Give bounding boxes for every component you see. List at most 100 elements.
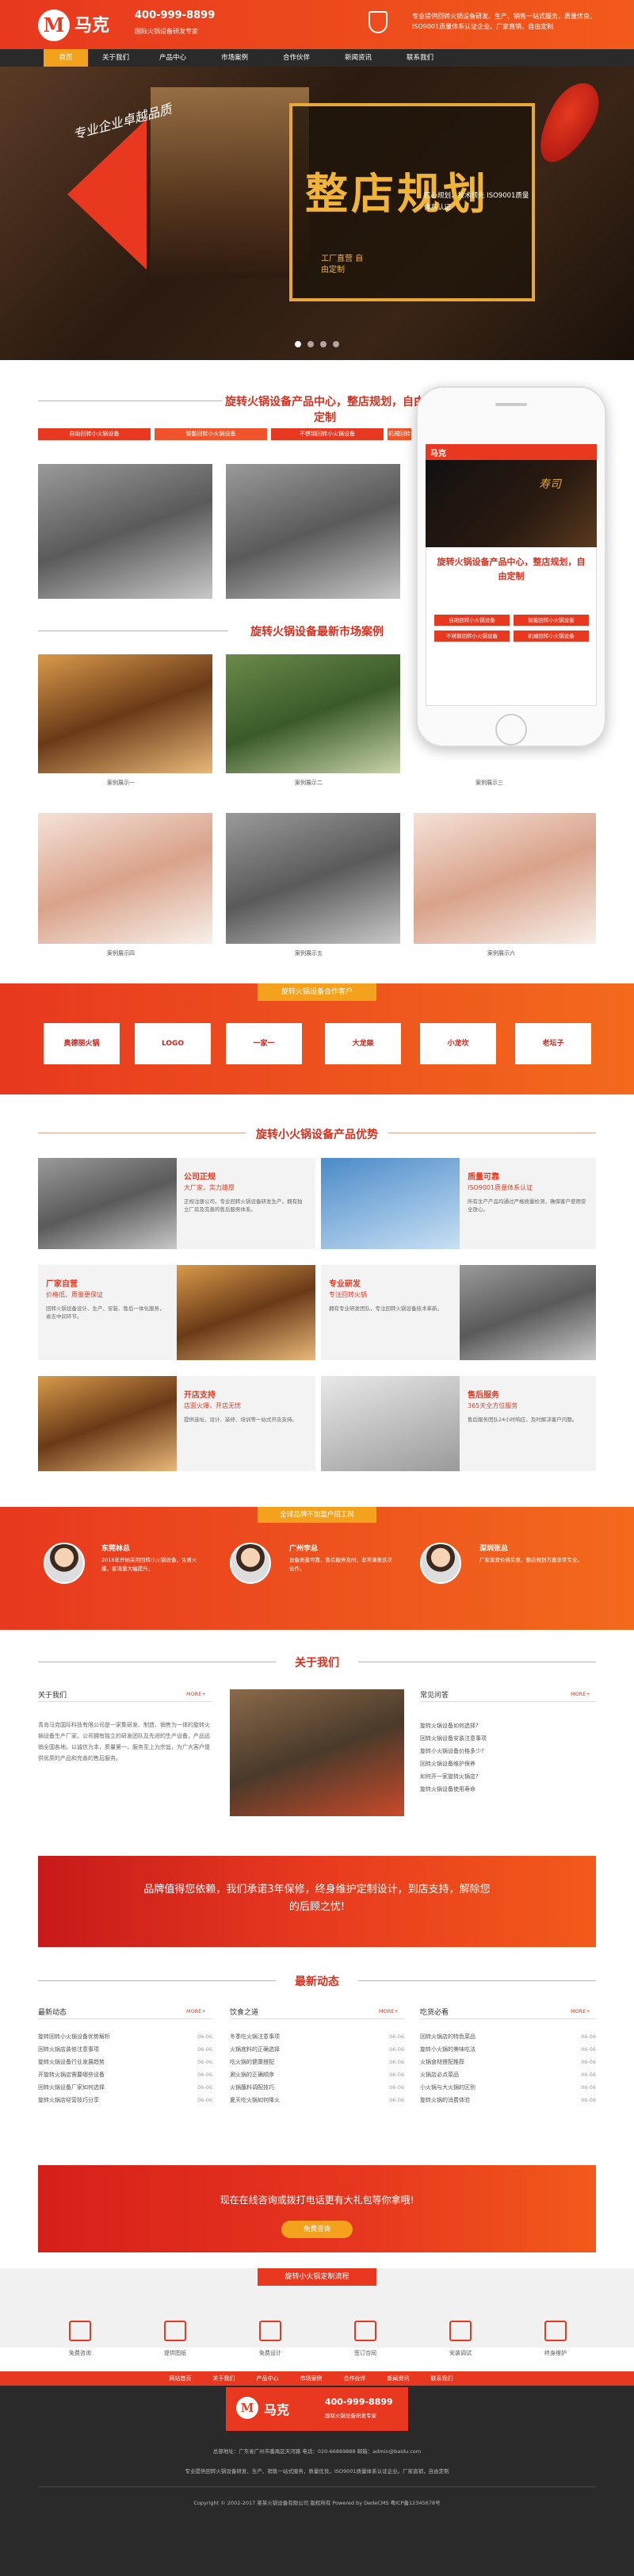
product-photo[interactable] (38, 464, 212, 599)
partner-logo[interactable]: 老坛子 (515, 1023, 591, 1064)
partner-logo[interactable]: 小龙坎 (420, 1023, 496, 1064)
news-item[interactable]: 火锅底料的正确选择 (230, 2043, 365, 2056)
advantage-text: 售后服务团队24小时响应，及时解决客户问题。 (468, 1416, 578, 1423)
news-item[interactable]: 冬季吃火锅注意事项 (230, 2030, 365, 2043)
case-caption[interactable]: 案例展示三 (476, 779, 503, 787)
case-photo[interactable] (38, 813, 212, 944)
advantage-photo (38, 1158, 177, 1249)
more-link[interactable]: MORE+ (571, 1691, 590, 1697)
news-item[interactable]: 小火锅与大火锅的区别 (420, 2081, 556, 2094)
phone-tab: 智能回转小火锅设备 (514, 615, 589, 626)
news-date: 06-06 (197, 2084, 212, 2091)
nav-item-news[interactable]: 新闻资讯 (336, 49, 380, 67)
more-link[interactable]: MORE+ (186, 2008, 206, 2014)
news-item[interactable]: 火锅店必点菜品 (420, 2068, 556, 2081)
faq-item[interactable]: 回转火锅设备安装注意事项 (420, 1732, 596, 1745)
testimonial-text: 设备质量可靠，售后服务及时，非常满意这次合作。 (289, 1557, 392, 1572)
case-caption[interactable]: 案例展示二 (295, 779, 323, 787)
nav-item-contact[interactable]: 联系我们 (398, 49, 442, 67)
slider-dot[interactable] (307, 341, 314, 347)
footer-nav-item[interactable]: 产品中心 (250, 2371, 285, 2386)
news-date: 06-06 (389, 2097, 404, 2103)
about-photo (230, 1689, 404, 1816)
news-item[interactable]: 吃火锅的健康搭配 (230, 2056, 365, 2068)
news-item[interactable]: 旋转火锅设备行业发展趋势 (38, 2056, 173, 2068)
faq-item[interactable]: 如何开一家旋转火锅店? (420, 1770, 596, 1783)
news-date: 06-06 (581, 2097, 596, 2103)
tools-icon (449, 2321, 472, 2341)
logo-icon[interactable]: M (38, 10, 70, 41)
news-dates: 06-06 06-06 06-06 06-06 06-06 06-06 (372, 2030, 404, 2106)
partner-logo[interactable]: 奥德丽火锅 (44, 1023, 120, 1064)
slider-dot[interactable] (295, 341, 301, 347)
contract-icon (354, 2321, 376, 2341)
news-item[interactable]: 夏天吃火锅如何降火 (230, 2094, 365, 2106)
step-label: 安装调试 (449, 2350, 472, 2356)
consult-icon (69, 2321, 91, 2341)
advantage-photo (38, 1376, 177, 1471)
tab-product-2[interactable]: 智能回转小火锅设备 (155, 428, 267, 440)
news-item[interactable]: 回转火锅设备厂家如何选择 (38, 2081, 173, 2094)
partner-logo[interactable]: LOGO (135, 1023, 211, 1064)
tab-product-3[interactable]: 不锈钢回转小火锅设备 (271, 428, 384, 440)
case-caption[interactable]: 案例展示四 (107, 949, 135, 957)
phone-title: 旋转火锅设备产品中心，整店规划，自由定制 (437, 557, 586, 581)
more-link[interactable]: MORE+ (186, 1691, 206, 1697)
tab-product-4[interactable]: 机械回转小火锅设备 (388, 428, 411, 461)
case-photo[interactable] (226, 813, 400, 944)
footer-nav-item[interactable]: 关于我们 (206, 2371, 242, 2386)
footer-nav-item[interactable]: 联系我们 (424, 2371, 460, 2386)
news-item[interactable]: 回转火锅店装修注意事项 (38, 2043, 173, 2056)
case-caption[interactable]: 案例展示一 (107, 779, 135, 787)
about-col-head: 关于我们 (38, 1692, 67, 1700)
nav-item-partners[interactable]: 合作伙伴 (274, 49, 319, 67)
case-photo[interactable] (38, 654, 212, 773)
faq-item[interactable]: 回转火锅设备维护保养 (420, 1758, 596, 1770)
footer-nav-item[interactable]: 合作伙伴 (337, 2371, 372, 2386)
slider-dot[interactable] (333, 341, 339, 347)
partners-title: 旋转火锅设备合作客户 (258, 983, 376, 1001)
footer-phone-sub: 国际火锅设备研发专家 (325, 2413, 376, 2419)
partner-logo[interactable]: 大龙燚 (325, 1023, 401, 1064)
news-item[interactable]: 开旋转火锅店需要哪些设备 (38, 2068, 173, 2081)
news-item[interactable]: 旋转火锅的消费体验 (420, 2094, 556, 2106)
case-photo[interactable] (226, 654, 400, 773)
product-photo[interactable] (226, 464, 400, 599)
nav-item-home[interactable]: 首页 (44, 49, 88, 67)
advantage-title: 开店支持 (184, 1391, 216, 1400)
process-title: 旋转小火锅定制流程 (258, 2268, 376, 2286)
nav-item-cases[interactable]: 市场案例 (212, 49, 257, 67)
footer-nav-item[interactable]: 市场案例 (293, 2371, 329, 2386)
news-item[interactable]: 旋转回转小火锅设备优势解析 (38, 2030, 173, 2043)
news-item[interactable]: 火锅食材搭配推荐 (420, 2056, 556, 2068)
slider-dot[interactable] (320, 341, 327, 347)
header-phone-sub: 国际火锅设备研发专家 (135, 28, 198, 35)
case-photo[interactable] (414, 813, 596, 944)
advantage-sub: 专注回转火锅 (329, 1291, 367, 1298)
faq-item[interactable]: 旋转火锅设备使用寿命 (420, 1783, 596, 1796)
logo-text[interactable]: 马克 (74, 11, 109, 36)
advantages-title: 旋转小火锅设备产品优势 (256, 1129, 378, 1141)
tab-product-1[interactable]: 自助回转小火锅设备 (38, 428, 151, 440)
faq-item[interactable]: 旋转火锅设备如何选择? (420, 1719, 596, 1732)
avatar (420, 1543, 461, 1584)
consult-button[interactable]: 免费咨询 (281, 2221, 353, 2238)
case-caption[interactable]: 案例展示六 (487, 949, 515, 957)
news-item[interactable]: 旋转小火锅的美味吃法 (420, 2043, 556, 2056)
partner-logo[interactable]: 一家一 (226, 1023, 302, 1064)
footer-logo-text[interactable]: 马克 (264, 2399, 289, 2418)
footer-nav-item[interactable]: 网站首页 (162, 2371, 198, 2386)
footer-logo-icon[interactable]: M (236, 2397, 258, 2419)
nav-item-about[interactable]: 关于我们 (94, 49, 138, 67)
more-link[interactable]: MORE+ (379, 2008, 399, 2014)
news-item[interactable]: 涮火锅的正确顺序 (230, 2068, 365, 2081)
news-item[interactable]: 旋转火锅店经营技巧分享 (38, 2094, 173, 2106)
footer-nav-item[interactable]: 新闻资讯 (380, 2371, 416, 2386)
news-item[interactable]: 回转火锅店的特色菜品 (420, 2030, 556, 2043)
nav-item-products[interactable]: 产品中心 (151, 49, 195, 67)
advantage-text: 正规注册公司，专业回转火锅设备研发生产，拥有独立厂房及完善的售后服务体系。 (184, 1198, 303, 1213)
more-link[interactable]: MORE+ (571, 2008, 590, 2014)
faq-item[interactable]: 旋转小火锅设备价格多少? (420, 1745, 596, 1758)
news-item[interactable]: 火锅蘸料调配技巧 (230, 2081, 365, 2094)
case-caption[interactable]: 案例展示五 (295, 949, 323, 957)
